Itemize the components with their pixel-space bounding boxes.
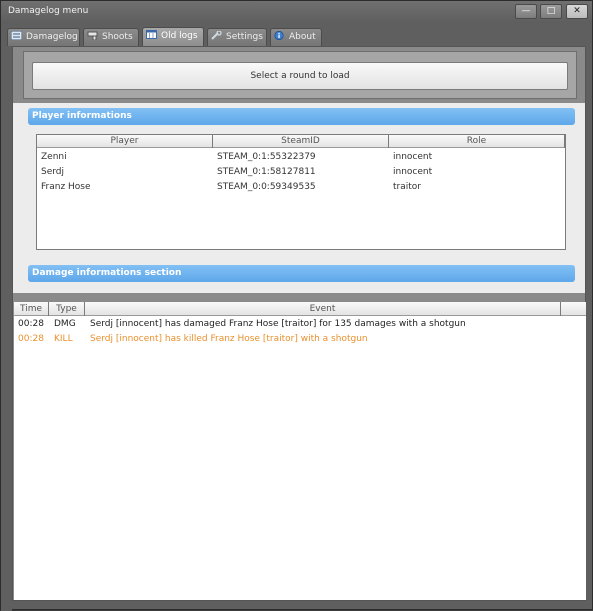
event-time: 00:28 [18, 319, 44, 329]
calendar-icon [146, 30, 157, 39]
tab-settings-label: Settings [226, 32, 263, 42]
tab-old-logs[interactable]: Old logs [142, 27, 204, 46]
list-icon [11, 31, 22, 40]
old-logs-panel: Select a round to load Player informatio… [12, 46, 586, 601]
column-role[interactable]: Role [389, 135, 565, 148]
column-steamid[interactable]: SteamID [213, 135, 389, 148]
close-icon: ✕ [573, 6, 581, 16]
gun-icon [87, 31, 98, 40]
close-button[interactable]: ✕ [566, 4, 588, 19]
tab-old-logs-label: Old logs [161, 31, 198, 41]
player-role: traitor [393, 182, 421, 192]
select-round-button[interactable]: Select a round to load [32, 62, 568, 90]
title-bar[interactable]: Damagelog menu — □ ✕ [1, 1, 592, 23]
table-row[interactable]: Serdj STEAM_0:1:58127811 innocent [37, 165, 565, 180]
player-role: innocent [393, 167, 433, 177]
player-steamid: STEAM_0:1:55322379 [217, 152, 316, 162]
column-time[interactable]: Time [14, 302, 49, 316]
tab-bar: Damagelog Shoots Old logs Settings About [7, 27, 592, 46]
event-type: KILL [54, 334, 73, 344]
minimize-icon: — [521, 6, 531, 16]
event-text: Serdj [innocent] has killed Franz Hose [… [90, 334, 368, 344]
left-border [1, 46, 12, 611]
table-row[interactable]: Franz Hose STEAM_0:0:59349535 traitor [37, 180, 565, 195]
tab-about[interactable]: About [270, 28, 322, 46]
minimize-button[interactable]: — [515, 4, 537, 19]
tab-about-label: About [289, 32, 316, 42]
tab-shoots[interactable]: Shoots [83, 28, 139, 46]
wrench-icon [211, 31, 222, 40]
column-player[interactable]: Player [37, 135, 213, 148]
tab-shoots-label: Shoots [102, 32, 133, 42]
player-name: Serdj [41, 167, 65, 177]
table-row[interactable]: 00:28 DMG Serdj [innocent] has damaged F… [14, 317, 586, 332]
info-icon [274, 31, 284, 40]
player-steamid: STEAM_0:0:59349535 [217, 182, 316, 192]
load-area: Select a round to load [23, 51, 577, 99]
damagelog-window: Damagelog menu — □ ✕ Damagelog Shoots Ol… [0, 0, 593, 611]
player-info-header[interactable]: Player informations [28, 108, 575, 125]
table-row[interactable]: Zenni STEAM_0:1:55322379 innocent [37, 150, 565, 165]
tab-damagelog[interactable]: Damagelog [7, 28, 80, 46]
player-role: innocent [393, 152, 433, 162]
window-title: Damagelog menu [8, 6, 89, 16]
tab-damagelog-label: Damagelog [26, 32, 78, 42]
maximize-button[interactable]: □ [540, 4, 562, 19]
damage-info-header[interactable]: Damage informations section [28, 265, 575, 282]
event-text: Serdj [innocent] has damaged Franz Hose … [90, 319, 466, 329]
column-type[interactable]: Type [49, 302, 85, 316]
player-name: Zenni [41, 152, 67, 162]
table-row[interactable]: 00:28 KILL Serdj [innocent] has killed F… [14, 332, 586, 347]
player-table: Player SteamID Role Zenni STEAM_0:1:5532… [36, 134, 566, 250]
column-event[interactable]: Event [85, 302, 561, 316]
event-time: 00:28 [18, 334, 44, 344]
tab-settings[interactable]: Settings [207, 28, 267, 46]
player-table-header: Player SteamID Role [37, 135, 565, 148]
player-name: Franz Hose [41, 182, 91, 192]
event-type: DMG [54, 319, 76, 329]
maximize-icon: □ [546, 6, 556, 16]
damage-table-header: Time Type Event [14, 302, 586, 316]
damage-table: Time Type Event 00:28 DMG Serdj [innocen… [14, 302, 586, 600]
player-steamid: STEAM_0:1:58127811 [217, 167, 316, 177]
